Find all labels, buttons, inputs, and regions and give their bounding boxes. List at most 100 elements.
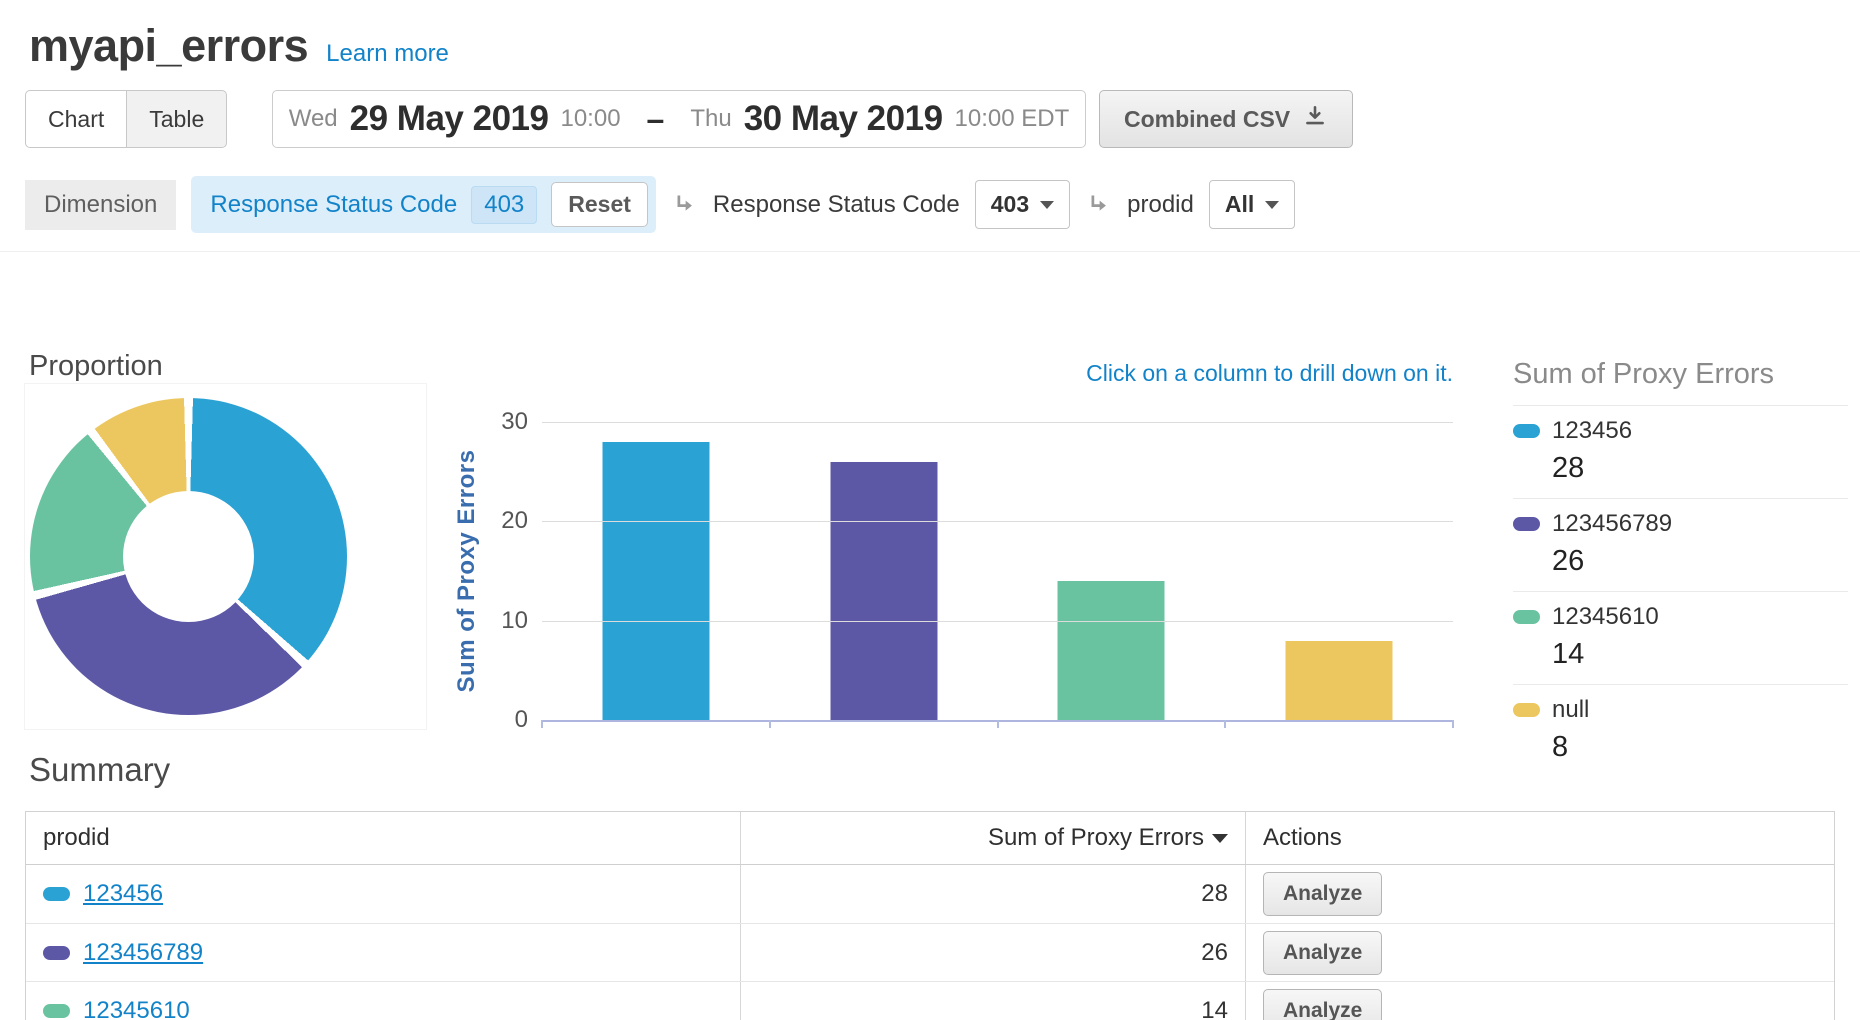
row-value: 14 [741,982,1246,1020]
prodid-link[interactable]: 12345610 [83,997,190,1020]
y-tick-label: 0 [515,706,528,734]
proportion-title: Proportion [29,350,163,383]
bar-12345610[interactable] [1058,581,1165,720]
charts-section: Proportion Click on a column to drill do… [0,350,1860,746]
x-tick [1452,720,1454,728]
bar-slot [542,422,770,720]
drilldown-2-dropdown[interactable]: All [1209,180,1295,229]
row-swatch [43,1004,70,1018]
page: myapi_errors Learn more Chart Table Wed … [0,0,1860,1020]
legend-entry: 12345610 14 [1513,591,1848,684]
prodid-link[interactable]: 123456 [83,880,163,908]
gridline [542,621,1453,622]
chevron-down-icon [1040,201,1054,209]
legend-swatch [1513,703,1540,717]
legend-entry: 123456789 26 [1513,498,1848,591]
gridline [542,521,1453,522]
csv-button-label: Combined CSV [1124,106,1290,133]
bar-slot [998,422,1226,720]
legend-entry: 123456 28 [1513,405,1848,498]
legend-value: 26 [1552,545,1848,578]
legend-value: 14 [1552,638,1848,671]
summary-table-header: prodid Sum of Proxy Errors Actions [26,812,1834,865]
summary-table: prodid Sum of Proxy Errors Actions 12345… [25,811,1835,1020]
column-header-actions: Actions [1246,812,1834,864]
legend-swatch [1513,424,1540,438]
header: myapi_errors Learn more [0,0,1860,72]
view-toggle: Chart Table [25,90,227,148]
legend-title: Sum of Proxy Errors [1513,358,1848,405]
combined-csv-button[interactable]: Combined CSV [1099,90,1353,148]
start-day: Wed [289,105,338,133]
analyze-button[interactable]: Analyze [1263,989,1382,1020]
legend-label: null [1552,696,1589,724]
download-icon [1302,103,1328,135]
legend-label: 123456789 [1552,510,1672,538]
bar-null[interactable] [1286,641,1393,720]
bar-slot [1225,422,1453,720]
legend-value: 28 [1552,452,1848,485]
chevron-down-icon [1265,201,1279,209]
end-day: Thu [690,105,731,133]
x-tick [997,720,999,728]
prodid-link[interactable]: 123456789 [83,939,203,967]
chart-legend: Sum of Proxy Errors 12345628123456789261… [1513,358,1848,777]
drilldown-arrow-icon [671,191,698,218]
bar-slot [770,422,998,720]
date-range-picker[interactable]: Wed 29 May 2019 10:00 – Thu 30 May 2019 … [272,90,1086,148]
filters-bar: Dimension Response Status Code 403 Reset… [0,176,1860,252]
gridline [542,422,1453,423]
legend-label: 12345610 [1552,603,1659,631]
column-header-prodid[interactable]: prodid [26,812,741,864]
table-row: 123456 28 Analyze [26,865,1834,923]
row-swatch [43,887,70,901]
active-filter-chip: Response Status Code 403 Reset [191,176,656,233]
row-value: 28 [741,865,1246,923]
legend-label: 123456 [1552,417,1632,445]
chart-view-button[interactable]: Chart [25,90,127,148]
active-filter-name: Response Status Code [210,191,457,219]
drilldown-1-dropdown[interactable]: 403 [975,180,1070,229]
drilldown-hint: Click on a column to drill down on it. [1086,360,1453,387]
drilldown-1-label: Response Status Code [713,191,960,219]
table-row: 12345610 14 Analyze [26,981,1834,1020]
table-row: 123456789 26 Analyze [26,923,1834,981]
start-time: 10:00 [560,105,620,133]
x-tick [541,720,543,728]
active-filter-value: 403 [471,186,537,224]
y-tick-label: 30 [501,408,528,436]
legend-entries: 123456 28 123456789 26 12345610 14 null 8 [1513,405,1848,777]
end-date: 30 May 2019 [744,99,943,139]
end-time: 10:00 EDT [955,105,1070,133]
learn-more-link[interactable]: Learn more [326,40,449,68]
toolbar: Chart Table Wed 29 May 2019 10:00 – Thu … [0,90,1860,150]
row-value: 26 [741,924,1246,981]
legend-value: 8 [1552,731,1848,764]
analyze-button[interactable]: Analyze [1263,931,1382,975]
reset-button[interactable]: Reset [551,182,648,227]
bar-123456789[interactable] [830,462,937,720]
legend-swatch [1513,517,1540,531]
bar-123456[interactable] [602,442,709,720]
y-axis-ticks: 0102030 [0,422,528,720]
analyze-button[interactable]: Analyze [1263,872,1382,916]
start-date: 29 May 2019 [350,99,549,139]
bar-plot [542,422,1453,720]
x-tick [769,720,771,728]
legend-swatch [1513,610,1540,624]
column-header-sum[interactable]: Sum of Proxy Errors [741,812,1246,864]
summary-table-body: 12345628Analyze12345678926Analyze1234561… [26,865,1834,1020]
dimension-label: Dimension [25,180,176,230]
drilldown-1-value: 403 [991,191,1029,218]
drilldown-2-value: All [1225,191,1254,218]
y-tick-label: 10 [501,607,528,635]
sort-desc-icon [1212,834,1228,843]
row-swatch [43,946,70,960]
date-range-separator: – [647,101,665,138]
page-title: myapi_errors [29,20,308,72]
y-tick-label: 20 [501,507,528,535]
drilldown-arrow-icon [1085,191,1112,218]
bar-track [542,422,1453,720]
table-view-button[interactable]: Table [127,90,227,148]
x-tick [1224,720,1226,728]
